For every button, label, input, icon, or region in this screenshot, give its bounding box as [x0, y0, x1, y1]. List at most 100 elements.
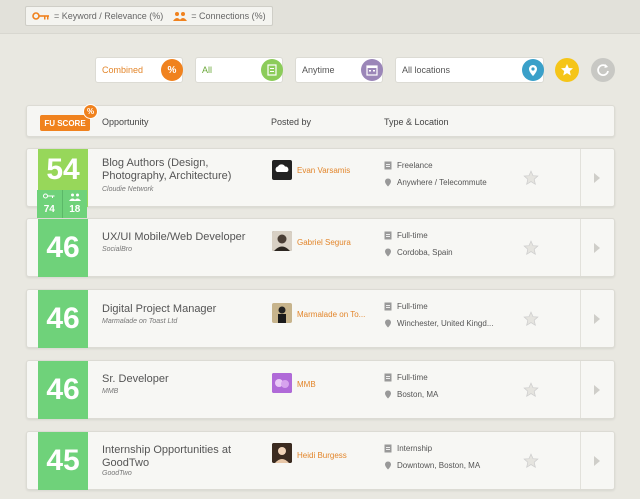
refresh-button[interactable]: [591, 58, 615, 82]
logo-icon: [272, 373, 292, 393]
category-dropdown[interactable]: All: [195, 57, 283, 83]
avatar[interactable]: [272, 160, 292, 180]
job-row[interactable]: 46 Digital Project Manager Marmalade on …: [26, 289, 615, 348]
person-photo-icon: [272, 443, 292, 463]
favorites-filter-button[interactable]: [555, 58, 579, 82]
top-bar: = Keyword / Relevance (%) = Connections …: [0, 0, 640, 34]
percent-icon: %: [161, 59, 183, 81]
company-name: GoodTwo: [102, 470, 132, 477]
briefcase-icon: [384, 373, 392, 382]
keyword-legend-label: = Keyword / Relevance (%): [54, 11, 164, 21]
time-value: Anytime: [302, 65, 335, 75]
job-location: Cordoba, Spain: [397, 248, 453, 257]
avatar[interactable]: [272, 443, 292, 463]
job-title[interactable]: Internship Opportunities at GoodTwo: [102, 444, 262, 470]
key-icon: [43, 193, 55, 199]
job-location: Anywhere / Telecommute: [397, 178, 487, 187]
avatar[interactable]: [272, 373, 292, 393]
job-type: Internship: [397, 444, 433, 453]
job-type: Full-time: [397, 231, 428, 240]
fu-score: 45: [38, 432, 88, 490]
posted-by-column-header[interactable]: Posted by: [271, 117, 311, 127]
type-location-column-header[interactable]: Type & Location: [384, 117, 449, 127]
location-dropdown[interactable]: All locations: [395, 57, 544, 83]
favorite-star-icon[interactable]: [523, 170, 539, 186]
calendar-icon: [361, 59, 383, 81]
filter-bar: Combined % All Anytime All locations: [0, 57, 640, 83]
location-pin-icon: [385, 178, 391, 187]
location-pin-icon: [385, 390, 391, 399]
people-icon: [68, 193, 81, 201]
fu-score: 46: [38, 290, 88, 348]
keyword-score-value: 74: [43, 204, 55, 215]
job-row[interactable]: 54 Blog Authors (Design, Photography, Ar…: [26, 148, 615, 207]
location-pin-icon: [385, 319, 391, 328]
score-breakdown: 74 18: [37, 190, 87, 218]
briefcase-icon: [384, 302, 392, 311]
key-icon: [32, 12, 49, 20]
favorite-star-icon[interactable]: [523, 453, 539, 469]
briefcase-icon: [384, 161, 392, 170]
person-photo-icon: [272, 303, 292, 323]
category-value: All: [202, 65, 213, 75]
fu-score: 46: [38, 219, 88, 277]
fu-score-percent-badge: %: [83, 104, 98, 119]
job-title[interactable]: Digital Project Manager: [102, 303, 262, 316]
favorite-star-icon[interactable]: [523, 311, 539, 327]
job-title[interactable]: Sr. Developer: [102, 373, 262, 386]
chevron-right-icon[interactable]: [593, 172, 601, 184]
results-header: FU SCORE % Opportunity Posted by Type & …: [26, 104, 615, 137]
company-name: SocialBro: [102, 246, 132, 253]
location-pin-icon: [385, 461, 391, 470]
chevron-right-icon[interactable]: [593, 313, 601, 325]
opportunity-column-header[interactable]: Opportunity: [102, 117, 149, 127]
map-pin-icon: [522, 59, 544, 81]
company-name: Cloudie Network: [102, 186, 154, 193]
document-icon: [261, 59, 283, 81]
job-location: Downtown, Boston, MA: [397, 461, 481, 470]
connections-score: 18: [63, 190, 88, 218]
cloud-icon: [275, 164, 289, 172]
score-legend: = Keyword / Relevance (%) = Connections …: [25, 6, 273, 26]
person-photo-icon: [272, 231, 292, 251]
poster-name[interactable]: MMB: [297, 380, 316, 389]
job-type: Freelance: [397, 161, 433, 170]
job-title[interactable]: UX/UI Mobile/Web Developer: [102, 231, 262, 244]
fu-score-label[interactable]: FU SCORE: [40, 115, 90, 131]
chevron-right-icon[interactable]: [593, 384, 601, 396]
job-row[interactable]: 46 UX/UI Mobile/Web Developer SocialBro …: [26, 218, 615, 277]
refresh-icon: [597, 64, 609, 76]
people-icon: [173, 11, 188, 21]
job-type: Full-time: [397, 373, 428, 382]
connections-legend-label: = Connections (%): [191, 11, 266, 21]
star-icon: [561, 64, 573, 76]
connections-score-value: 18: [69, 204, 81, 215]
job-location: Boston, MA: [397, 390, 439, 399]
poster-name[interactable]: Heidi Burgess: [297, 451, 347, 460]
job-row[interactable]: 45 Internship Opportunities at GoodTwo G…: [26, 431, 615, 490]
poster-name[interactable]: Evan Varsamis: [297, 166, 350, 175]
job-title[interactable]: Blog Authors (Design, Photography, Archi…: [102, 157, 262, 183]
time-dropdown[interactable]: Anytime: [295, 57, 383, 83]
avatar[interactable]: [272, 303, 292, 323]
chevron-right-icon[interactable]: [593, 242, 601, 254]
job-location: Winchester, United Kingd...: [397, 319, 494, 328]
briefcase-icon: [384, 231, 392, 240]
keyword-score: 74: [37, 190, 63, 218]
favorite-star-icon[interactable]: [523, 240, 539, 256]
job-row[interactable]: 46 Sr. Developer MMB MMB Full-time Bosto…: [26, 360, 615, 419]
company-name: Marmalade on Toast Ltd: [102, 318, 178, 325]
location-value: All locations: [402, 65, 451, 75]
avatar[interactable]: [272, 231, 292, 251]
chevron-right-icon[interactable]: [593, 455, 601, 467]
job-type: Full-time: [397, 302, 428, 311]
poster-name[interactable]: Marmalade on To...: [297, 310, 365, 319]
company-name: MMB: [102, 388, 119, 395]
location-pin-icon: [385, 248, 391, 257]
briefcase-icon: [384, 444, 392, 453]
favorite-star-icon[interactable]: [523, 382, 539, 398]
sort-value: Combined: [102, 65, 144, 75]
fu-score: 46: [38, 361, 88, 419]
sort-dropdown[interactable]: Combined %: [95, 57, 183, 83]
poster-name[interactable]: Gabriel Segura: [297, 238, 351, 247]
